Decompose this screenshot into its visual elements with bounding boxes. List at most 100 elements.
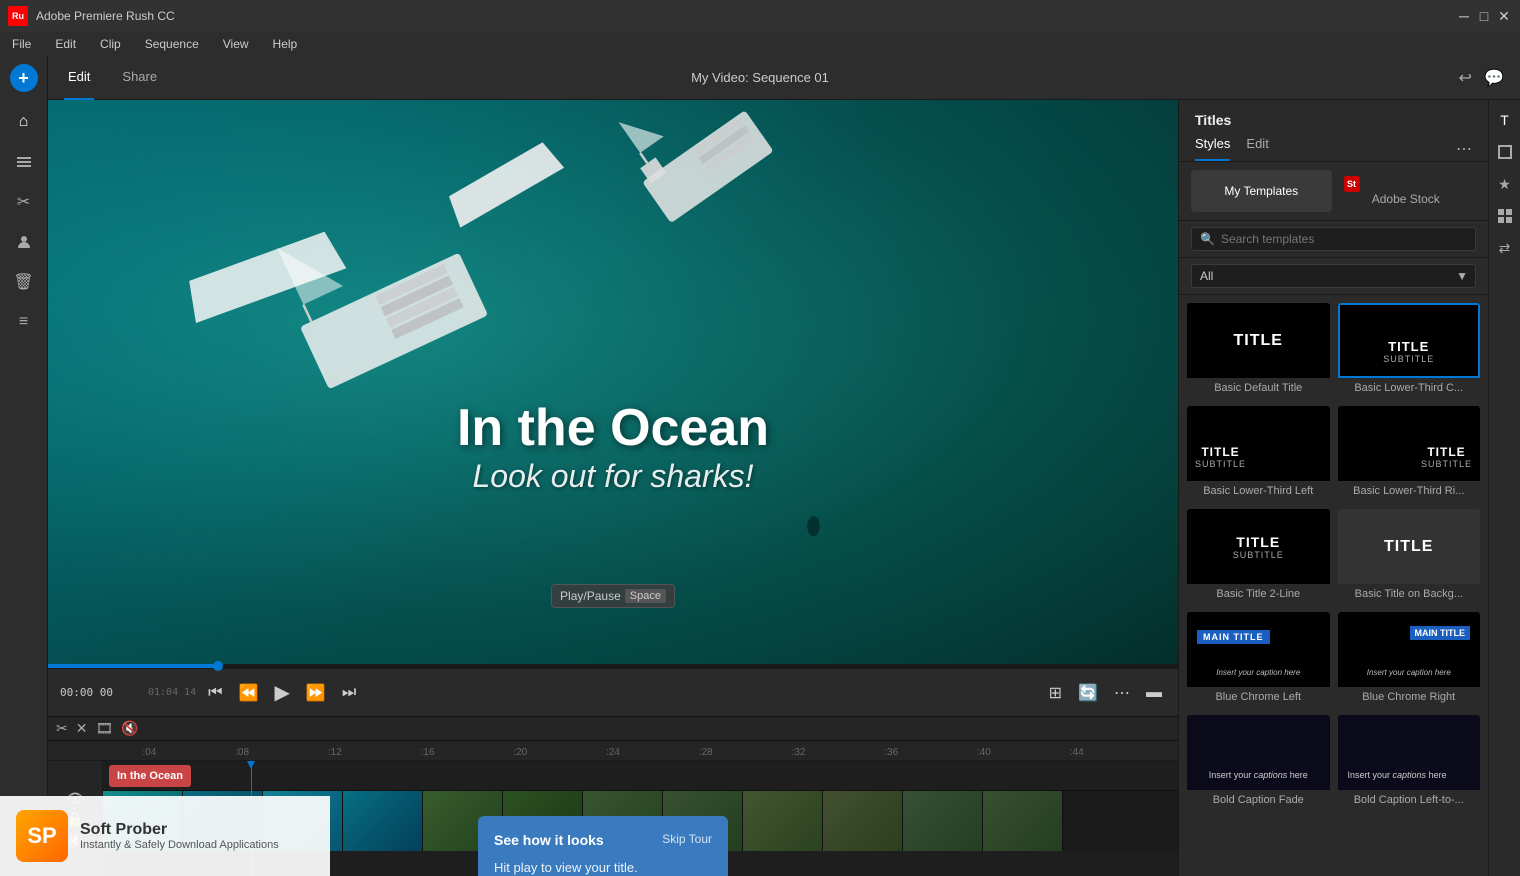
panel-header: Titles Styles Edit ⋯ <box>1179 100 1488 162</box>
panel-icon-grid[interactable] <box>1493 204 1517 228</box>
template-name-title-bg: Basic Title on Backg... <box>1338 584 1481 604</box>
thumb-subtitle-text: SUBTITLE <box>1348 354 1471 364</box>
menu-sequence[interactable]: Sequence <box>141 35 203 53</box>
adobe-stock-button[interactable]: St Adobe Stock <box>1336 170 1477 212</box>
ruler-mark: :12 <box>288 747 381 758</box>
step-back-button[interactable]: ⏪ <box>235 679 263 707</box>
panel-icon-crop[interactable] <box>1493 140 1517 164</box>
search-input[interactable] <box>1221 232 1467 246</box>
tooltip-space-key: Space <box>625 589 666 603</box>
thumb-title-text: TITLE <box>1384 538 1433 556</box>
go-to-end-button[interactable]: ⏭ <box>338 680 360 706</box>
panel-side-icons: T ★ ⇄ <box>1488 100 1520 876</box>
template-name-basic-lower-c: Basic Lower-Third C... <box>1338 378 1481 398</box>
app-layout: + ⌂ ✂ 🗑 ≡ Edit Share My Video: Sequence … <box>0 56 1520 876</box>
panel-icon-transfer[interactable]: ⇄ <box>1493 236 1517 260</box>
progress-bar[interactable] <box>48 664 1178 668</box>
timeline-cut-tool[interactable]: ✂ <box>56 720 68 737</box>
video-thumbnail <box>903 791 983 851</box>
menu-view[interactable]: View <box>219 35 253 53</box>
template-title-bg[interactable]: TITLE Basic Title on Backg... <box>1338 509 1481 604</box>
menu-help[interactable]: Help <box>269 35 302 53</box>
playback-controls: 00:00 00 01:04 14 ⏮ ⏪ ▶ ⏩ ⏭ ⊞ 🔄 ⋯ ▬ <box>48 668 1178 716</box>
maximize-button[interactable]: □ <box>1476 8 1492 24</box>
undo-button[interactable]: ↩ <box>1459 68 1472 88</box>
tab-styles[interactable]: Styles <box>1195 136 1230 161</box>
sidebar-layers[interactable] <box>6 144 42 180</box>
thumb-title-text: TITLE <box>1195 445 1246 459</box>
template-title-2line[interactable]: TITLE SUBTITLE Basic Title 2-Line <box>1187 509 1330 604</box>
chat-button[interactable]: 💬 <box>1484 68 1504 88</box>
title-clip[interactable]: In the Ocean <box>109 765 191 787</box>
add-button[interactable]: + <box>10 64 38 92</box>
ruler-mark: :20 <box>474 747 567 758</box>
template-blue-chrome-right[interactable]: MAIN TITLE Insert your caption here Blue… <box>1338 612 1481 707</box>
sidebar-home[interactable]: ⌂ <box>6 104 42 140</box>
panel-more-button[interactable]: ⋯ <box>1456 139 1472 159</box>
play-pause-button[interactable]: ▶ <box>271 676 294 709</box>
fit-frame-button[interactable]: ⊞ <box>1045 679 1066 707</box>
sidebar-menu[interactable]: ≡ <box>6 304 42 340</box>
template-basic-default[interactable]: TITLE Basic Default Title <box>1187 303 1330 398</box>
step-forward-button[interactable]: ⏩ <box>302 679 330 707</box>
template-basic-lower-c[interactable]: TITLE SUBTITLE Basic Lower-Third C... <box>1338 303 1481 398</box>
menu-file[interactable]: File <box>8 35 35 53</box>
tab-share[interactable]: Share <box>118 56 161 100</box>
sidebar-scissors[interactable]: ✂ <box>6 184 42 220</box>
template-thumb-basic-default: TITLE <box>1187 303 1330 378</box>
main-content: Edit Share My Video: Sequence 01 ↩ 💬 <box>48 56 1520 876</box>
ruler-mark: :36 <box>845 747 938 758</box>
top-bar: Edit Share My Video: Sequence 01 ↩ 💬 <box>48 56 1520 100</box>
template-basic-lower-right[interactable]: TITLE SUBTITLE Basic Lower-Third Ri... <box>1338 406 1481 501</box>
title-bar-controls: ─ □ ✕ <box>1456 8 1512 24</box>
timecode-current: 00:00 00 <box>60 686 140 699</box>
timeline-delete-tool[interactable]: ✕ <box>76 720 88 737</box>
tour-skip-button[interactable]: Skip Tour <box>662 832 712 846</box>
loop-button[interactable]: 🔄 <box>1074 679 1102 707</box>
thumb-subtitle-text: SUBTITLE <box>1195 459 1246 469</box>
template-basic-lower-left[interactable]: TITLE SUBTITLE Basic Lower-Third Left <box>1187 406 1330 501</box>
template-bold-caption-fade[interactable]: Insert your captions here Bold Caption F… <box>1187 715 1330 810</box>
tour-body: Hit play to view your title. <box>494 860 712 875</box>
template-blue-chrome-left[interactable]: MAIN TITLE Insert your caption here Blue… <box>1187 612 1330 707</box>
panel-icon-text[interactable]: T <box>1493 108 1517 132</box>
thumb-lower-bar: TITLE SUBTITLE <box>1348 339 1471 364</box>
minimize-button[interactable]: ─ <box>1456 8 1472 24</box>
tab-edit[interactable]: Edit <box>64 56 94 100</box>
progress-fill <box>48 664 218 668</box>
tooltip-text: Play/Pause <box>560 589 621 603</box>
left-sidebar: + ⌂ ✂ 🗑 ≡ <box>0 56 48 876</box>
watermark: SP Soft Prober Instantly & Safely Downlo… <box>0 796 330 876</box>
ruler-mark: :44 <box>1030 747 1123 758</box>
tab-edit[interactable]: Edit <box>1246 136 1268 161</box>
play-pause-tooltip: Play/Pause Space <box>551 584 675 608</box>
panel-icon-star[interactable]: ★ <box>1493 172 1517 196</box>
close-button[interactable]: ✕ <box>1496 8 1512 24</box>
sidebar-users[interactable] <box>6 224 42 260</box>
menu-edit[interactable]: Edit <box>51 35 80 53</box>
tour-tooltip-header: See how it looks Skip Tour <box>494 832 712 848</box>
go-to-start-button[interactable]: ⏮ <box>204 680 226 706</box>
layout-button[interactable]: ▬ <box>1142 680 1166 706</box>
video-thumbnail <box>983 791 1063 851</box>
timeline-split-tool[interactable]: 🎞 <box>95 720 113 737</box>
sidebar-trash[interactable]: 🗑 <box>6 264 42 300</box>
thumb-blue-bar-right: MAIN TITLE <box>1410 626 1471 640</box>
filter-select[interactable]: All Lower Third Title Caption <box>1191 264 1476 288</box>
more-options-button[interactable]: ⋯ <box>1110 679 1134 707</box>
template-search: 🔍 <box>1179 221 1488 258</box>
tour-tooltip: See how it looks Skip Tour Hit play to v… <box>478 816 728 876</box>
thumb-2line-content: TITLE SUBTITLE <box>1233 534 1284 560</box>
filter-row: All Lower Third Title Caption ▼ <box>1179 258 1488 295</box>
template-name-bold-left: Bold Caption Left-to-... <box>1338 790 1481 810</box>
my-templates-button[interactable]: My Templates <box>1191 170 1332 212</box>
template-thumb-lower-left: TITLE SUBTITLE <box>1187 406 1330 481</box>
timeline-mute-tool[interactable]: 🔇 <box>121 720 138 737</box>
thumb-title-text: TITLE <box>1234 332 1283 350</box>
thumb-caption-text: Insert your caption here <box>1189 668 1328 677</box>
template-bold-caption-left[interactable]: Insert your captions here Bold Caption L… <box>1338 715 1481 810</box>
thumb-title-text: TITLE <box>1233 534 1284 550</box>
menu-clip[interactable]: Clip <box>96 35 125 53</box>
thumb-subtitle-text: SUBTITLE <box>1233 550 1284 560</box>
title-bar-left: Ru Adobe Premiere Rush CC <box>8 6 175 26</box>
